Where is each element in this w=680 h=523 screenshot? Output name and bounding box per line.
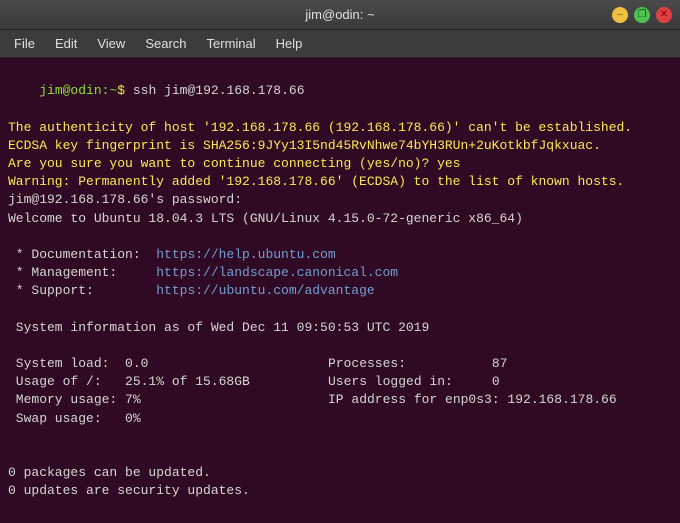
terminal-line: * Support: https://ubuntu.com/advantage: [8, 282, 672, 300]
terminal-line: [8, 519, 672, 523]
terminal-line: System information as of Wed Dec 11 09:5…: [8, 319, 672, 337]
menubar: File Edit View Search Terminal Help: [0, 30, 680, 58]
terminal-line: [8, 337, 672, 355]
terminal-line: [8, 446, 672, 464]
sysinfo-row: Swap usage: 0%: [8, 410, 672, 428]
terminal-line: [8, 428, 672, 446]
close-button[interactable]: ✕: [656, 7, 672, 23]
menu-help[interactable]: Help: [266, 32, 313, 55]
terminal-line: [8, 300, 672, 318]
terminal-area[interactable]: jim@odin:~$ ssh jim@192.168.178.66 The a…: [0, 58, 680, 523]
terminal-line: * Management: https://landscape.canonica…: [8, 264, 672, 282]
terminal-line: Welcome to Ubuntu 18.04.3 LTS (GNU/Linux…: [8, 210, 672, 228]
titlebar: jim@odin: ~ – ❐ ✕: [0, 0, 680, 30]
menu-search[interactable]: Search: [135, 32, 196, 55]
menu-terminal[interactable]: Terminal: [197, 32, 266, 55]
terminal-line: jim@odin:~$ ssh jim@192.168.178.66: [8, 64, 672, 119]
terminal-line: * Documentation: https://help.ubuntu.com: [8, 246, 672, 264]
terminal-line: 0 packages can be updated.: [8, 464, 672, 482]
prompt-user: jim@odin: [39, 83, 101, 98]
menu-file[interactable]: File: [4, 32, 45, 55]
terminal-line: Are you sure you want to continue connec…: [8, 155, 672, 173]
sysinfo-row: Usage of /: 25.1% of 15.68GBUsers logged…: [8, 373, 672, 391]
terminal-line: [8, 228, 672, 246]
window-controls: – ❐ ✕: [612, 7, 672, 23]
sysinfo-row: System load: 0.0Processes: 87: [8, 355, 672, 373]
terminal-line: jim@192.168.178.66's password:: [8, 191, 672, 209]
terminal-line: Warning: Permanently added '192.168.178.…: [8, 173, 672, 191]
window-title: jim@odin: ~: [305, 7, 374, 22]
menu-edit[interactable]: Edit: [45, 32, 87, 55]
menu-view[interactable]: View: [87, 32, 135, 55]
sysinfo-row: Memory usage: 7%IP address for enp0s3: 1…: [8, 391, 672, 409]
terminal-line: [8, 501, 672, 519]
terminal-line: ECDSA key fingerprint is SHA256:9JYy13I5…: [8, 137, 672, 155]
terminal-line: 0 updates are security updates.: [8, 482, 672, 500]
maximize-button[interactable]: ❐: [634, 7, 650, 23]
minimize-button[interactable]: –: [612, 7, 628, 23]
terminal-line: The authenticity of host '192.168.178.66…: [8, 119, 672, 137]
